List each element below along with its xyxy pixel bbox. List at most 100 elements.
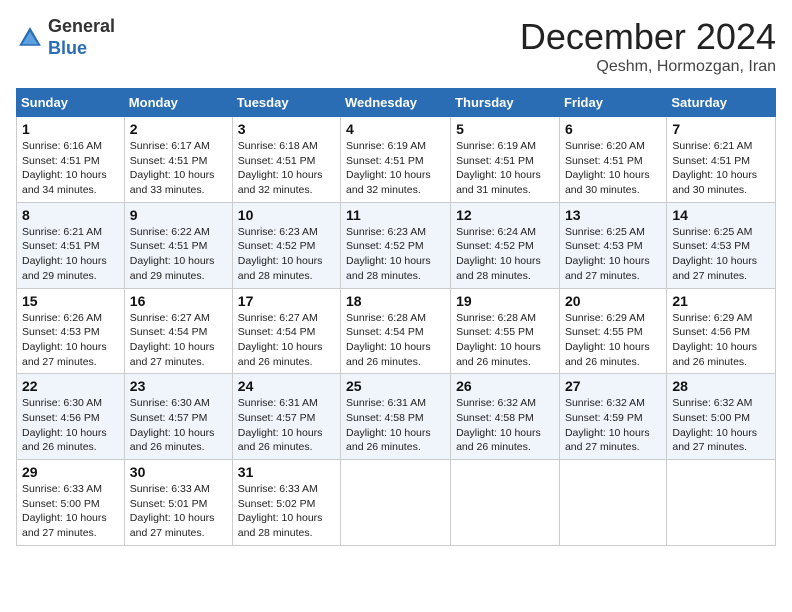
day-number: 4	[346, 121, 445, 137]
day-info: Sunrise: 6:20 AM Sunset: 4:51 PM Dayligh…	[565, 139, 661, 198]
col-header-tuesday: Tuesday	[232, 89, 340, 117]
day-info: Sunrise: 6:19 AM Sunset: 4:51 PM Dayligh…	[346, 139, 445, 198]
day-info: Sunrise: 6:21 AM Sunset: 4:51 PM Dayligh…	[22, 225, 119, 284]
day-number: 30	[130, 464, 227, 480]
col-header-thursday: Thursday	[451, 89, 560, 117]
day-info: Sunrise: 6:32 AM Sunset: 5:00 PM Dayligh…	[672, 396, 770, 455]
day-cell-29: 29 Sunrise: 6:33 AM Sunset: 5:00 PM Dayli…	[17, 460, 125, 546]
day-cell-27: 27 Sunrise: 6:32 AM Sunset: 4:59 PM Dayli…	[559, 374, 666, 460]
day-cell-10: 10 Sunrise: 6:23 AM Sunset: 4:52 PM Dayli…	[232, 202, 340, 288]
day-info: Sunrise: 6:33 AM Sunset: 5:00 PM Dayligh…	[22, 482, 119, 541]
day-number: 18	[346, 293, 445, 309]
day-info: Sunrise: 6:27 AM Sunset: 4:54 PM Dayligh…	[130, 311, 227, 370]
col-header-friday: Friday	[559, 89, 666, 117]
day-cell-6: 6 Sunrise: 6:20 AM Sunset: 4:51 PM Daylig…	[559, 117, 666, 203]
empty-cell	[451, 460, 560, 546]
col-header-monday: Monday	[124, 89, 232, 117]
day-cell-23: 23 Sunrise: 6:30 AM Sunset: 4:57 PM Dayli…	[124, 374, 232, 460]
day-info: Sunrise: 6:33 AM Sunset: 5:02 PM Dayligh…	[238, 482, 335, 541]
day-info: Sunrise: 6:28 AM Sunset: 4:54 PM Dayligh…	[346, 311, 445, 370]
col-header-wednesday: Wednesday	[341, 89, 451, 117]
day-cell-2: 2Sunrise: 6:17 AM Sunset: 4:51 PM Daylig…	[124, 117, 232, 203]
day-number: 13	[565, 207, 661, 223]
empty-cell	[667, 460, 776, 546]
day-number: 16	[130, 293, 227, 309]
day-info: Sunrise: 6:16 AM Sunset: 4:51 PM Dayligh…	[22, 139, 119, 198]
day-number: 20	[565, 293, 661, 309]
day-info: Sunrise: 6:17 AM Sunset: 4:51 PM Dayligh…	[130, 139, 227, 198]
day-cell-8: 8 Sunrise: 6:21 AM Sunset: 4:51 PM Daylig…	[17, 202, 125, 288]
day-cell-28: 28 Sunrise: 6:32 AM Sunset: 5:00 PM Dayli…	[667, 374, 776, 460]
day-number: 9	[130, 207, 227, 223]
day-number: 21	[672, 293, 770, 309]
day-number: 11	[346, 207, 445, 223]
col-header-saturday: Saturday	[667, 89, 776, 117]
day-info: Sunrise: 6:25 AM Sunset: 4:53 PM Dayligh…	[672, 225, 770, 284]
location-title: Qeshm, Hormozgan, Iran	[520, 58, 776, 76]
day-info: Sunrise: 6:23 AM Sunset: 4:52 PM Dayligh…	[238, 225, 335, 284]
day-info: Sunrise: 6:25 AM Sunset: 4:53 PM Dayligh…	[565, 225, 661, 284]
day-number: 15	[22, 293, 119, 309]
week-row-3: 15Sunrise: 6:26 AM Sunset: 4:53 PM Dayli…	[17, 288, 776, 374]
day-cell-22: 22 Sunrise: 6:30 AM Sunset: 4:56 PM Dayli…	[17, 374, 125, 460]
day-info: Sunrise: 6:19 AM Sunset: 4:51 PM Dayligh…	[456, 139, 554, 198]
day-cell-18: 18 Sunrise: 6:28 AM Sunset: 4:54 PM Dayli…	[341, 288, 451, 374]
week-row-4: 22 Sunrise: 6:30 AM Sunset: 4:56 PM Dayli…	[17, 374, 776, 460]
logo-text: General Blue	[48, 16, 115, 59]
day-cell-7: 7 Sunrise: 6:21 AM Sunset: 4:51 PM Daylig…	[667, 117, 776, 203]
day-number: 1	[22, 121, 119, 137]
day-cell-11: 11 Sunrise: 6:23 AM Sunset: 4:52 PM Dayli…	[341, 202, 451, 288]
day-number: 26	[456, 378, 554, 394]
day-number: 12	[456, 207, 554, 223]
day-number: 17	[238, 293, 335, 309]
day-number: 19	[456, 293, 554, 309]
logo-general: General	[48, 16, 115, 36]
day-cell-26: 26 Sunrise: 6:32 AM Sunset: 4:58 PM Dayli…	[451, 374, 560, 460]
day-number: 22	[22, 378, 119, 394]
day-info: Sunrise: 6:33 AM Sunset: 5:01 PM Dayligh…	[130, 482, 227, 541]
title-block: December 2024 Qeshm, Hormozgan, Iran	[520, 16, 776, 76]
day-number: 28	[672, 378, 770, 394]
day-info: Sunrise: 6:31 AM Sunset: 4:57 PM Dayligh…	[238, 396, 335, 455]
day-cell-16: 16 Sunrise: 6:27 AM Sunset: 4:54 PM Dayli…	[124, 288, 232, 374]
day-cell-31: 31 Sunrise: 6:33 AM Sunset: 5:02 PM Dayli…	[232, 460, 340, 546]
day-cell-21: 21Sunrise: 6:29 AM Sunset: 4:56 PM Dayli…	[667, 288, 776, 374]
week-row-5: 29 Sunrise: 6:33 AM Sunset: 5:00 PM Dayli…	[17, 460, 776, 546]
day-cell-24: 24 Sunrise: 6:31 AM Sunset: 4:57 PM Dayli…	[232, 374, 340, 460]
day-cell-3: 3Sunrise: 6:18 AM Sunset: 4:51 PM Daylig…	[232, 117, 340, 203]
day-cell-20: 20 Sunrise: 6:29 AM Sunset: 4:55 PM Dayli…	[559, 288, 666, 374]
day-info: Sunrise: 6:32 AM Sunset: 4:59 PM Dayligh…	[565, 396, 661, 455]
week-row-2: 8 Sunrise: 6:21 AM Sunset: 4:51 PM Daylig…	[17, 202, 776, 288]
day-cell-17: 17Sunrise: 6:27 AM Sunset: 4:54 PM Dayli…	[232, 288, 340, 374]
day-number: 27	[565, 378, 661, 394]
day-number: 29	[22, 464, 119, 480]
day-number: 8	[22, 207, 119, 223]
day-info: Sunrise: 6:30 AM Sunset: 4:57 PM Dayligh…	[130, 396, 227, 455]
day-cell-30: 30 Sunrise: 6:33 AM Sunset: 5:01 PM Dayli…	[124, 460, 232, 546]
day-cell-14: 14Sunrise: 6:25 AM Sunset: 4:53 PM Dayli…	[667, 202, 776, 288]
week-row-1: 1 Sunrise: 6:16 AM Sunset: 4:51 PM Daylig…	[17, 117, 776, 203]
month-title: December 2024	[520, 16, 776, 58]
day-number: 24	[238, 378, 335, 394]
day-info: Sunrise: 6:32 AM Sunset: 4:58 PM Dayligh…	[456, 396, 554, 455]
day-info: Sunrise: 6:23 AM Sunset: 4:52 PM Dayligh…	[346, 225, 445, 284]
day-number: 6	[565, 121, 661, 137]
day-number: 10	[238, 207, 335, 223]
day-info: Sunrise: 6:18 AM Sunset: 4:51 PM Dayligh…	[238, 139, 335, 198]
day-number: 23	[130, 378, 227, 394]
day-info: Sunrise: 6:21 AM Sunset: 4:51 PM Dayligh…	[672, 139, 770, 198]
empty-cell	[559, 460, 666, 546]
logo-icon	[16, 24, 44, 52]
day-cell-5: 5Sunrise: 6:19 AM Sunset: 4:51 PM Daylig…	[451, 117, 560, 203]
day-number: 31	[238, 464, 335, 480]
logo-blue: Blue	[48, 38, 87, 58]
day-cell-1: 1 Sunrise: 6:16 AM Sunset: 4:51 PM Daylig…	[17, 117, 125, 203]
day-info: Sunrise: 6:30 AM Sunset: 4:56 PM Dayligh…	[22, 396, 119, 455]
day-cell-12: 12Sunrise: 6:24 AM Sunset: 4:52 PM Dayli…	[451, 202, 560, 288]
day-cell-4: 4 Sunrise: 6:19 AM Sunset: 4:51 PM Daylig…	[341, 117, 451, 203]
col-header-sunday: Sunday	[17, 89, 125, 117]
day-number: 7	[672, 121, 770, 137]
day-cell-9: 9Sunrise: 6:22 AM Sunset: 4:51 PM Daylig…	[124, 202, 232, 288]
logo: General Blue	[16, 16, 115, 59]
day-info: Sunrise: 6:29 AM Sunset: 4:55 PM Dayligh…	[565, 311, 661, 370]
